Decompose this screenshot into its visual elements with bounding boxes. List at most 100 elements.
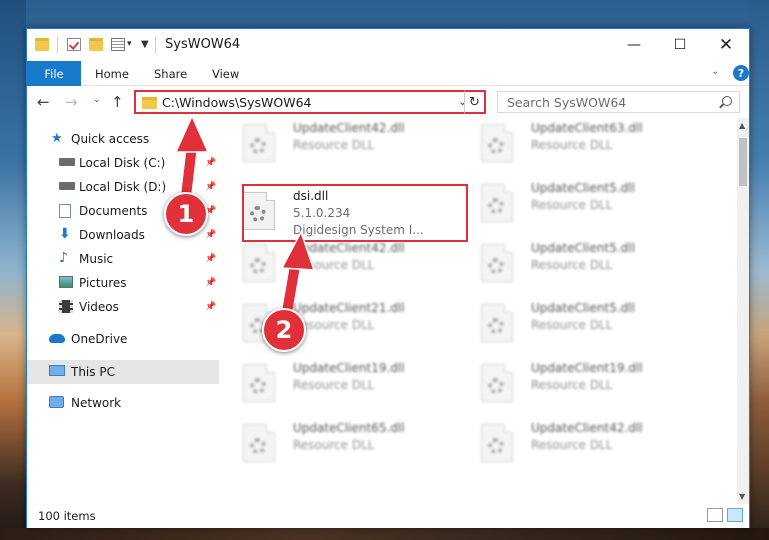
sidebar-item-network[interactable]: Network [27, 392, 219, 414]
highlight-box-dsi-dll [242, 184, 468, 242]
dll-file-icon [481, 304, 513, 342]
step-marker-2: 2 [262, 308, 306, 352]
sidebar-item-local-disk-c[interactable]: Local Disk (C:) 📌 [27, 152, 219, 174]
pin-icon[interactable]: 📌 [205, 278, 216, 288]
pin-icon[interactable]: 📌 [205, 230, 216, 240]
pin-icon[interactable]: 📌 [205, 254, 216, 264]
back-arrow-icon[interactable]: ← [37, 93, 50, 111]
dll-file-icon [481, 124, 513, 162]
sidebar-item-quick-access[interactable]: ★ Quick access [27, 128, 219, 150]
status-bar: 100 items [27, 504, 749, 528]
picture-icon [59, 276, 73, 288]
dll-file-icon [243, 244, 275, 282]
file-explorer-window: ▾ ▼ SysWOW64 — ☐ ✕ File Home Share View … [26, 28, 750, 528]
file-item[interactable]: UpdateClient42.dll Resource DLL [219, 238, 439, 288]
folder-icon [142, 97, 157, 109]
file-item[interactable]: UpdateClient63.dll Resource DLL [457, 118, 677, 168]
file-item[interactable]: UpdateClient5.dll Resource DLL [457, 238, 677, 288]
pin-icon[interactable]: 📌 [205, 158, 216, 168]
folder-icon [35, 38, 49, 51]
gear-icon [250, 378, 266, 394]
drive-icon [59, 158, 75, 166]
sidebar-item-music[interactable]: ♪ Music 📌 [27, 248, 219, 270]
gear-icon [488, 258, 504, 274]
sidebar-item-this-pc[interactable]: This PC [27, 360, 219, 384]
file-item[interactable]: UpdateClient42.dll Resource DLL [457, 418, 677, 468]
file-item[interactable]: UpdateClient65.dll Resource DLL [219, 418, 439, 468]
dll-file-icon [481, 244, 513, 282]
desktop-background-bottom [0, 528, 769, 540]
sidebar-item-pictures[interactable]: Pictures 📌 [27, 272, 219, 294]
scroll-down-icon[interactable]: ▼ [739, 492, 745, 501]
toolbar-divider [155, 37, 156, 53]
document-icon [59, 204, 71, 218]
properties-check-icon[interactable] [67, 38, 81, 51]
gear-icon [250, 258, 266, 274]
navigation-pane: ★ Quick access Local Disk (C:) 📌 Local D… [27, 118, 219, 504]
address-path[interactable]: C:\Windows\SysWOW64 [162, 95, 311, 110]
dll-file-icon [243, 424, 275, 462]
pin-icon[interactable]: 📌 [205, 182, 216, 192]
maximize-button[interactable]: ☐ [657, 29, 703, 61]
quick-access-dropdown-icon[interactable]: ▾ [127, 39, 132, 49]
details-view-icon[interactable] [707, 508, 723, 522]
new-folder-icon[interactable] [89, 38, 103, 51]
address-bar[interactable]: C:\Windows\SysWOW64 ⌄ [134, 90, 486, 114]
help-icon[interactable]: ? [733, 65, 749, 81]
gear-icon [250, 438, 266, 454]
pin-icon[interactable]: 📌 [205, 302, 216, 312]
rename-icon[interactable] [111, 38, 125, 51]
tiles-view-icon[interactable] [727, 508, 743, 522]
star-icon: ★ [51, 131, 63, 146]
dll-file-icon [481, 184, 513, 222]
cloud-icon [49, 334, 65, 343]
gear-icon [488, 198, 504, 214]
step-marker-1: 1 [164, 192, 208, 236]
scroll-up-icon[interactable]: ▲ [739, 121, 745, 130]
tab-share[interactable]: Share [154, 61, 187, 86]
search-input[interactable]: Search SysWOW64 [497, 91, 740, 113]
close-button[interactable]: ✕ [703, 29, 749, 61]
search-icon[interactable] [722, 96, 732, 106]
title-bar: ▾ ▼ SysWOW64 — ☐ ✕ [27, 29, 749, 61]
sidebar-item-onedrive[interactable]: OneDrive [27, 328, 219, 350]
search-placeholder: Search SysWOW64 [507, 95, 627, 110]
desktop-background-right [749, 0, 769, 540]
file-item[interactable]: UpdateClient42.dll Resource DLL [219, 118, 439, 168]
minimize-button[interactable]: — [611, 29, 657, 61]
up-arrow-icon[interactable]: ↑ [111, 93, 124, 111]
dll-file-icon [243, 364, 275, 402]
expand-ribbon-icon[interactable]: ⌄ [711, 66, 719, 77]
ribbon: File Home Share View ⌄ ? [27, 61, 749, 86]
network-icon [49, 396, 64, 408]
sidebar-item-videos[interactable]: Videos 📌 [27, 296, 219, 318]
item-count: 100 items [38, 509, 96, 523]
file-item[interactable]: UpdateClient19.dll Resource DLL [457, 358, 677, 408]
computer-icon [49, 365, 65, 376]
navigation-bar: ← → ⌄ ↑ C:\Windows\SysWOW64 ⌄ ↻ Search S… [27, 86, 749, 118]
customize-toolbar-icon[interactable]: ▼ [141, 39, 149, 50]
window-title: SysWOW64 [165, 37, 241, 52]
gear-icon [488, 138, 504, 154]
scrollbar-thumb[interactable] [739, 138, 747, 186]
dll-file-icon [481, 364, 513, 402]
tab-view[interactable]: View [212, 61, 239, 86]
dll-file-icon [481, 424, 513, 462]
file-list: UpdateClient42.dll Resource DLL dsi.dll … [219, 118, 737, 504]
recent-locations-chevron-icon[interactable]: ⌄ [93, 95, 101, 105]
tab-home[interactable]: Home [95, 61, 129, 86]
forward-arrow-icon[interactable]: → [65, 93, 78, 111]
film-icon [59, 300, 73, 313]
file-item[interactable]: UpdateClient21.dll Resource DLL [219, 298, 439, 348]
drive-icon [59, 182, 75, 190]
file-item[interactable]: UpdateClient5.dll Resource DLL [457, 298, 677, 348]
refresh-button[interactable]: ↻ [464, 90, 486, 114]
tab-file[interactable]: File [27, 61, 81, 86]
download-arrow-icon: ⬇ [59, 226, 71, 242]
file-item[interactable]: UpdateClient19.dll Resource DLL [219, 358, 439, 408]
gear-icon [488, 318, 504, 334]
file-item[interactable]: UpdateClient5.dll Resource DLL [457, 178, 677, 228]
toolbar-divider [57, 37, 58, 53]
vertical-scrollbar[interactable]: ▲ ▼ [737, 118, 749, 504]
music-note-icon: ♪ [59, 250, 68, 266]
